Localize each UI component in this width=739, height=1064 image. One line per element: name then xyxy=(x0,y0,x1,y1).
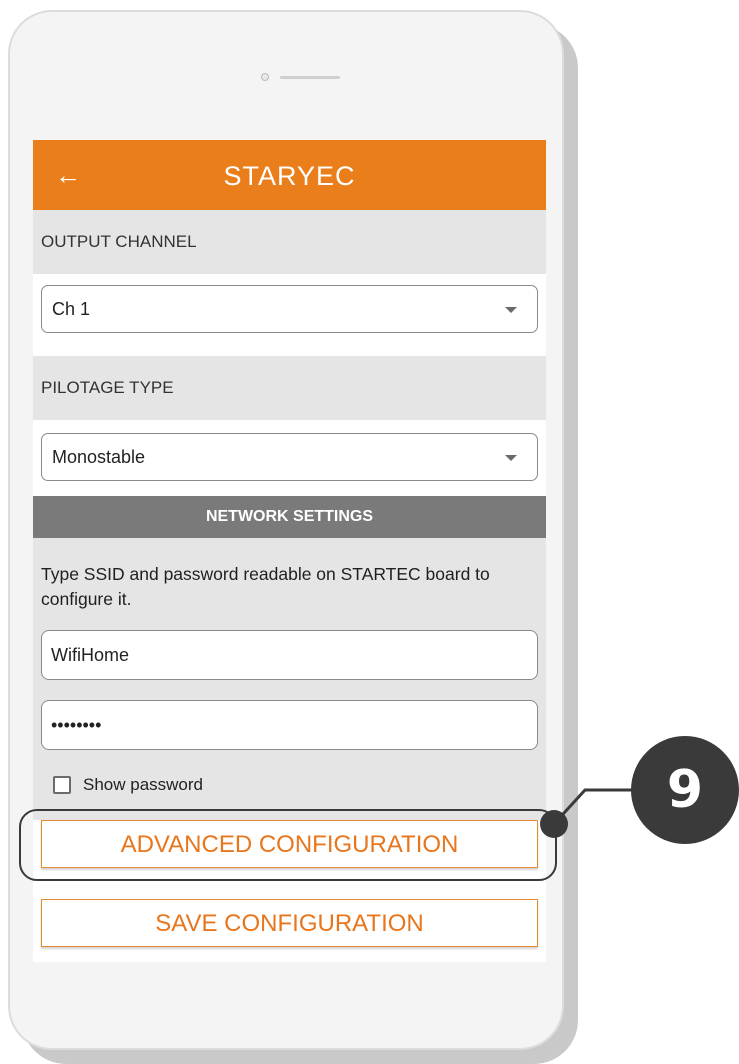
callout-highlight-frame xyxy=(19,809,557,881)
callout-number-badge: 9 xyxy=(631,736,739,844)
callout-connector xyxy=(552,788,632,826)
callout-anchor-dot xyxy=(540,810,568,838)
